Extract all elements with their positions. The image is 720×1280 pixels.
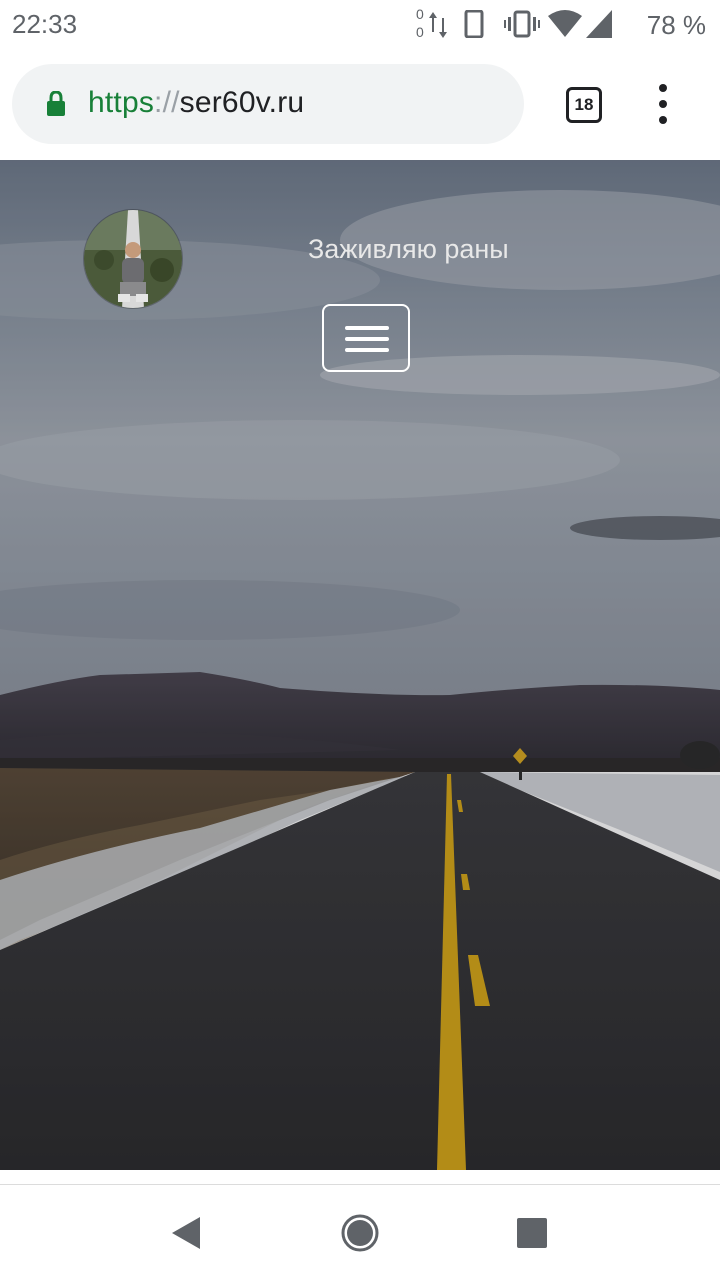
hero-section: Заживляю раны: [0, 160, 720, 1170]
hamburger-icon: [345, 326, 389, 330]
url-bar[interactable]: https://ser60v.ru: [12, 64, 524, 144]
battery-level: 78 %: [646, 10, 706, 40]
vibrate-icon: [504, 10, 540, 38]
hamburger-icon: [345, 348, 389, 352]
status-time: 22:33: [12, 9, 78, 39]
url-host: ser60v.ru: [179, 86, 305, 119]
lock-icon: [47, 91, 65, 116]
site-title[interactable]: Заживляю раны: [308, 234, 509, 265]
overflow-menu-button[interactable]: [650, 84, 678, 124]
menu-dot-icon: [659, 100, 667, 108]
browser-toolbar: https://ser60v.ru 18: [0, 48, 720, 160]
url-scheme: https: [88, 86, 155, 119]
recents-icon[interactable]: [512, 1213, 552, 1253]
wifi-icon: [548, 10, 582, 37]
status-icons: 0 0 78 %: [416, 6, 706, 42]
menu-toggle-button[interactable]: [322, 304, 410, 372]
data-activity-icon: 0 0: [416, 6, 452, 42]
url-separator: ://: [154, 86, 180, 119]
tab-switcher-button[interactable]: 18: [566, 87, 602, 123]
tab-count: 18: [574, 95, 594, 114]
back-icon[interactable]: [168, 1213, 208, 1253]
home-icon[interactable]: [340, 1213, 380, 1253]
hamburger-icon: [345, 337, 389, 341]
sim-icon: [464, 10, 484, 38]
android-nav-bar: [0, 1184, 720, 1280]
url-text[interactable]: https://ser60v.ru: [88, 86, 304, 120]
menu-dot-icon: [659, 116, 667, 124]
signal-icon: [586, 10, 612, 38]
menu-dot-icon: [659, 84, 667, 92]
site-logo-avatar[interactable]: [84, 210, 182, 308]
avatar-photo: [84, 210, 182, 308]
status-bar: 22:33 0 0 78 %: [0, 0, 720, 48]
